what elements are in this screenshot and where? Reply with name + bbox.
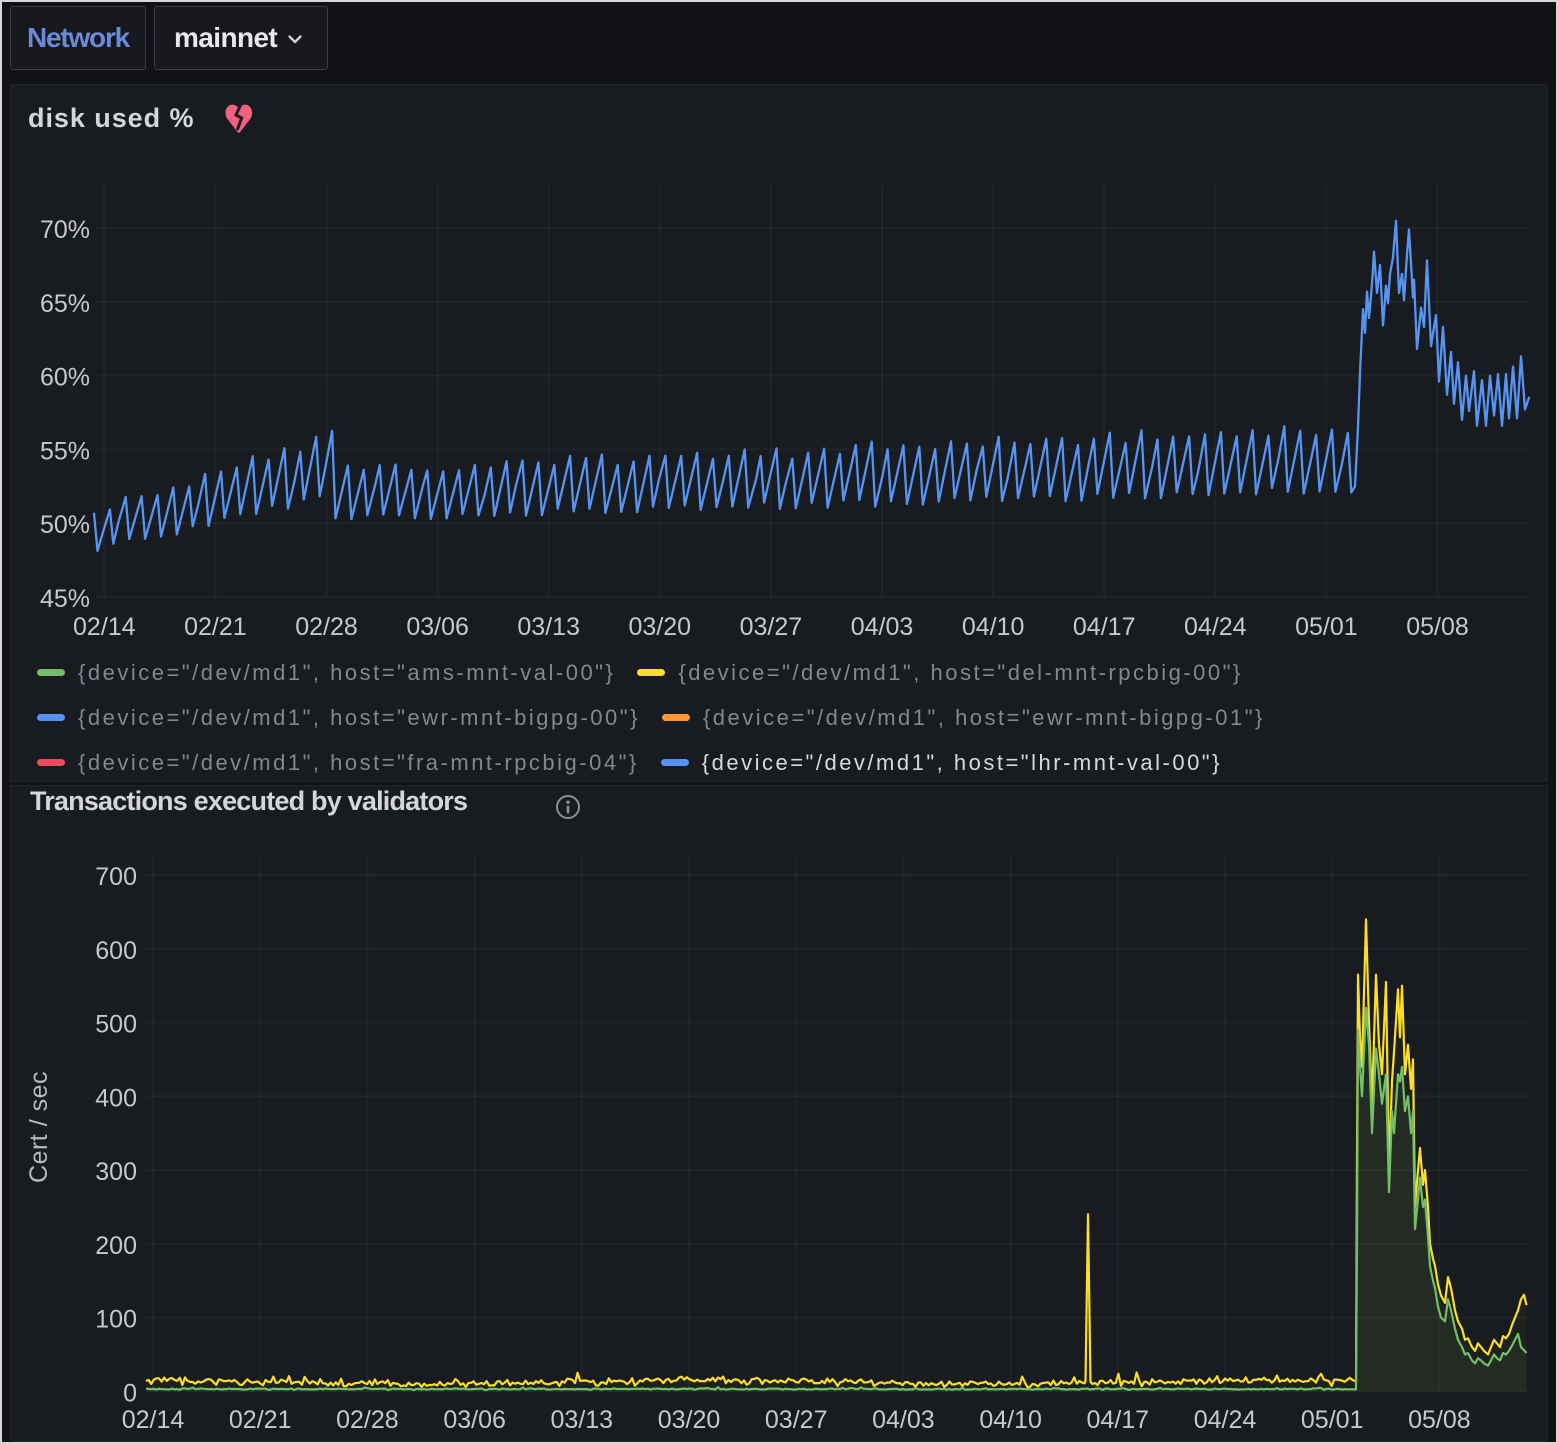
svg-text:50%: 50% <box>40 511 90 539</box>
svg-text:55%: 55% <box>40 437 90 465</box>
svg-text:02/14: 02/14 <box>122 1406 185 1434</box>
svg-text:700: 700 <box>95 863 137 891</box>
svg-text:100: 100 <box>95 1306 137 1334</box>
svg-text:04/17: 04/17 <box>1073 613 1136 641</box>
svg-text:04/10: 04/10 <box>979 1406 1042 1434</box>
svg-text:03/20: 03/20 <box>658 1406 721 1434</box>
svg-text:03/13: 03/13 <box>517 613 580 641</box>
svg-text:65%: 65% <box>40 290 90 318</box>
svg-text:500: 500 <box>95 1011 137 1039</box>
svg-text:04/24: 04/24 <box>1194 1406 1257 1434</box>
svg-text:45%: 45% <box>40 585 90 613</box>
svg-text:05/01: 05/01 <box>1301 1406 1364 1434</box>
svg-text:03/27: 03/27 <box>740 613 803 641</box>
svg-text:03/06: 03/06 <box>443 1406 506 1434</box>
svg-text:04/03: 04/03 <box>851 613 914 641</box>
svg-text:02/28: 02/28 <box>336 1406 399 1434</box>
svg-text:Cert / sec: Cert / sec <box>25 1071 53 1183</box>
svg-text:60%: 60% <box>40 364 90 392</box>
svg-text:04/03: 04/03 <box>872 1406 935 1434</box>
svg-text:03/13: 03/13 <box>551 1406 614 1434</box>
svg-text:300: 300 <box>95 1158 137 1186</box>
svg-text:05/01: 05/01 <box>1295 613 1358 641</box>
svg-text:0: 0 <box>123 1379 137 1407</box>
svg-text:03/20: 03/20 <box>629 613 692 641</box>
svg-text:02/21: 02/21 <box>229 1406 292 1434</box>
svg-text:70%: 70% <box>40 216 90 244</box>
svg-text:02/14: 02/14 <box>73 613 136 641</box>
svg-text:02/28: 02/28 <box>295 613 358 641</box>
svg-text:400: 400 <box>95 1084 137 1112</box>
svg-text:600: 600 <box>95 937 137 965</box>
svg-text:05/08: 05/08 <box>1406 613 1469 641</box>
svg-text:200: 200 <box>95 1232 137 1260</box>
svg-text:02/21: 02/21 <box>184 613 247 641</box>
svg-text:04/24: 04/24 <box>1184 613 1247 641</box>
svg-text:03/06: 03/06 <box>406 613 469 641</box>
svg-text:04/17: 04/17 <box>1087 1406 1150 1434</box>
svg-text:04/10: 04/10 <box>962 613 1025 641</box>
svg-text:05/08: 05/08 <box>1408 1406 1471 1434</box>
svg-text:03/27: 03/27 <box>765 1406 828 1434</box>
